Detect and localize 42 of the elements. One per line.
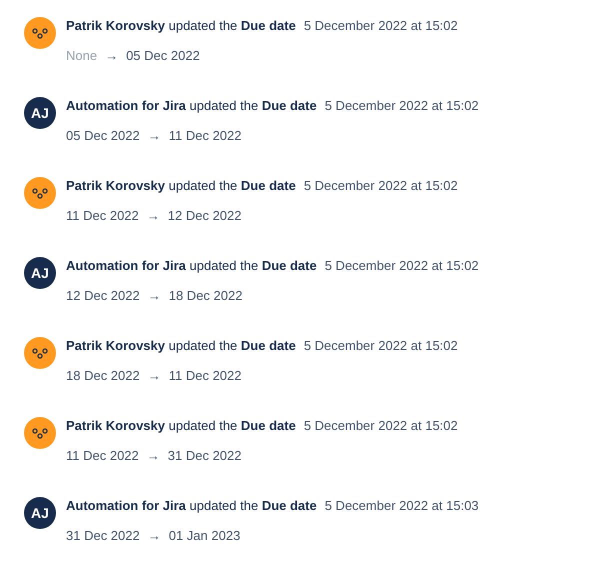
new-value: 18 Dec 2022	[168, 286, 242, 304]
timestamp: 5 December 2022 at 15:02	[304, 17, 458, 35]
history-summary: Patrik Korovsky updated the Due date	[66, 337, 296, 355]
old-value: 31 Dec 2022	[66, 526, 140, 544]
history-summary: Patrik Korovsky updated the Due date	[66, 417, 296, 435]
old-value: 11 Dec 2022	[66, 446, 139, 464]
arrow-text: →	[148, 126, 161, 144]
timestamp: 5 December 2022 at 15:02	[324, 257, 479, 275]
avatar-icon	[24, 417, 56, 449]
arrow-text: →	[148, 286, 161, 304]
arrow-text: →	[105, 46, 118, 64]
new-value: 11 Dec 2022	[168, 126, 242, 144]
avatar-icon	[24, 337, 56, 369]
timestamp: 5 December 2022 at 15:03	[324, 497, 479, 515]
old-value: None	[66, 46, 98, 64]
old-value: 11 Dec 2022	[66, 206, 139, 224]
new-value: 11 Dec 2022	[168, 366, 242, 384]
avatar-icon	[24, 177, 56, 209]
arrow-text: →	[148, 526, 161, 544]
history-summary: Patrik Korovsky updated the Due date	[66, 17, 296, 35]
arrow-text: →	[146, 446, 160, 464]
timestamp: 5 December 2022 at 15:02	[304, 337, 458, 355]
old-value: 05 Dec 2022	[66, 126, 140, 144]
history-summary: Automation for Jira updated the Due date	[66, 497, 317, 515]
old-value: 12 Dec 2022	[66, 286, 140, 304]
history-summary: Automation for Jira updated the Due date	[66, 257, 317, 275]
new-value: 01 Jan 2023	[168, 526, 240, 544]
arrow-text: →	[146, 206, 160, 224]
old-value: 18 Dec 2022	[66, 366, 140, 384]
arrow-text: →	[148, 366, 161, 384]
timestamp: 5 December 2022 at 15:02	[324, 97, 479, 115]
avatar: AJ	[24, 497, 56, 529]
history-summary: Automation for Jira updated the Due date	[66, 97, 317, 115]
avatar: AJ	[24, 97, 56, 129]
new-value: 31 Dec 2022	[168, 446, 242, 464]
new-value: 05 Dec 2022	[126, 46, 200, 64]
timestamp: 5 December 2022 at 15:02	[304, 177, 458, 195]
new-value: 12 Dec 2022	[168, 206, 242, 224]
avatar: AJ	[24, 257, 56, 289]
timestamp: 5 December 2022 at 15:02	[304, 417, 458, 435]
history-summary: Patrik Korovsky updated the Due date	[66, 177, 296, 195]
avatar-icon	[24, 17, 56, 49]
